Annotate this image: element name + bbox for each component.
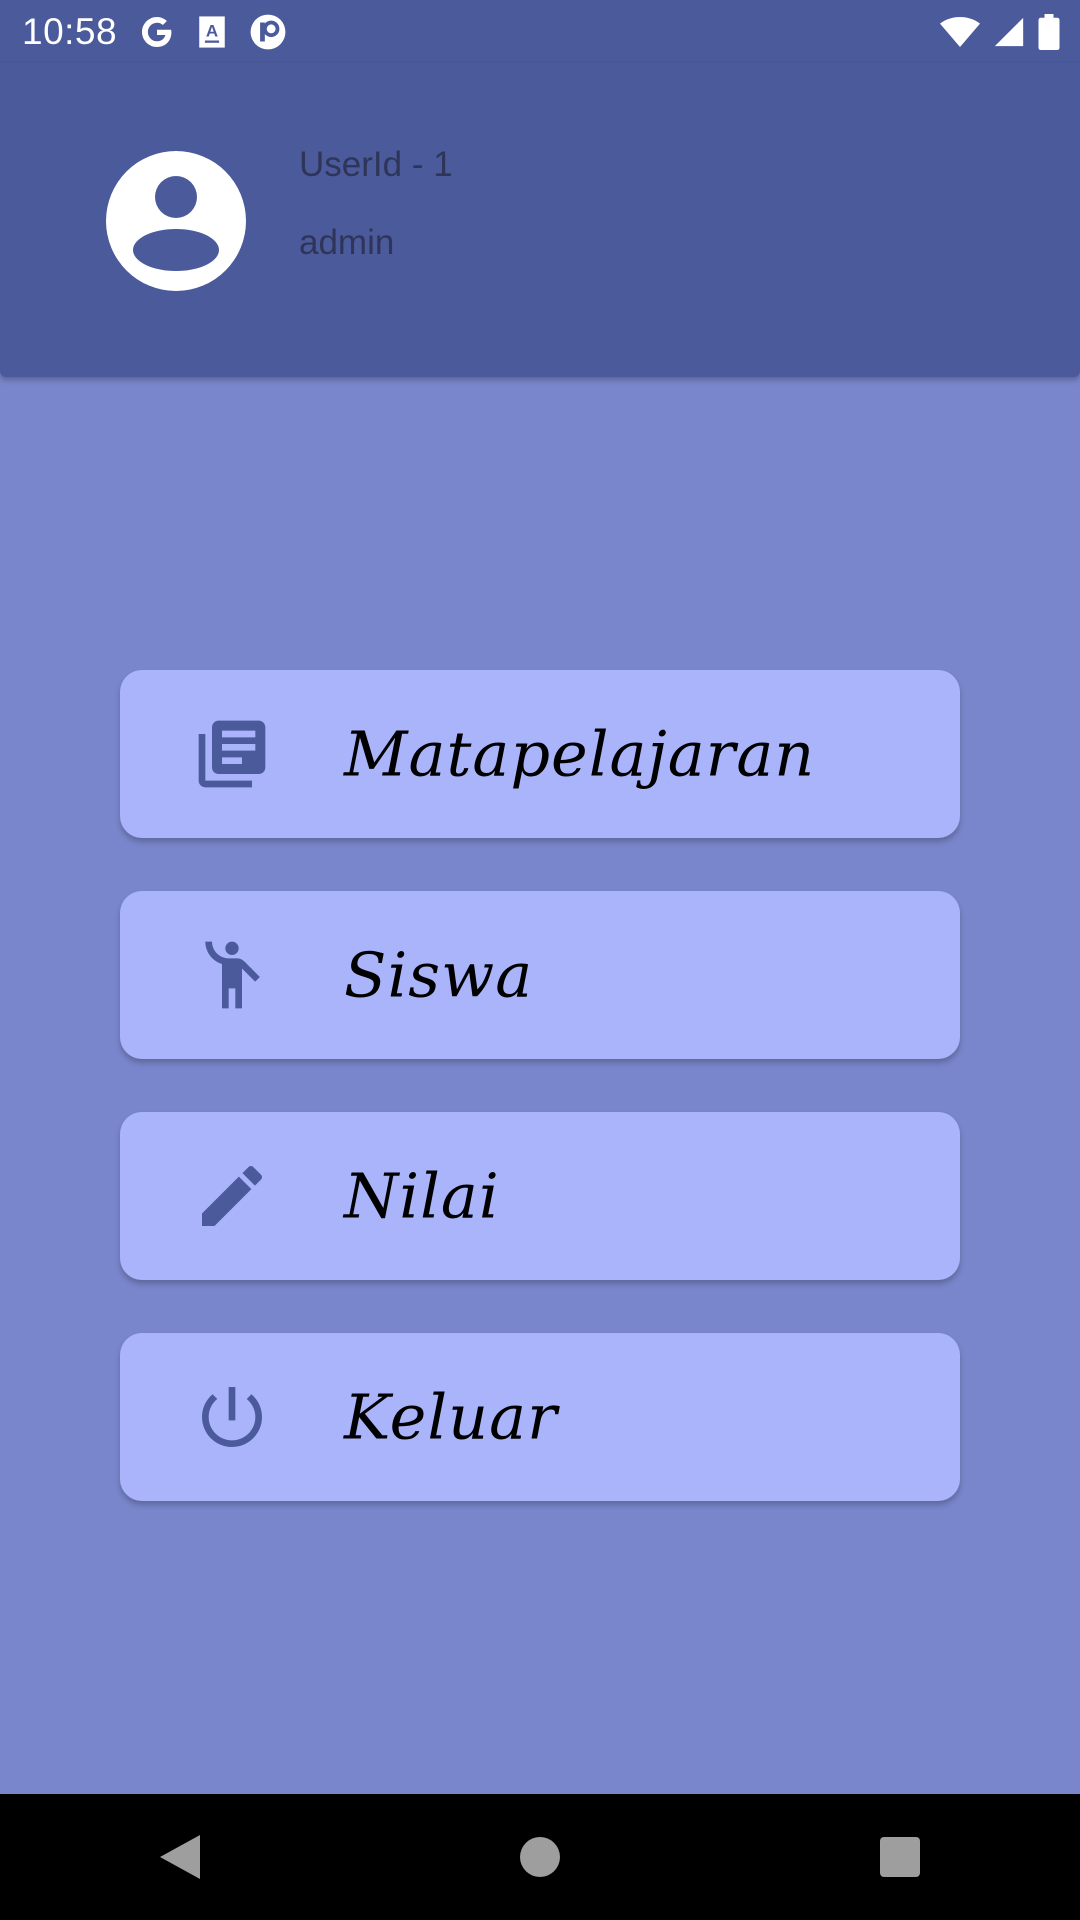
pencil-icon — [190, 1154, 274, 1238]
status-bar: 10:58 A — [0, 0, 1080, 63]
person-waving-icon — [190, 933, 274, 1017]
battery-icon — [1038, 13, 1060, 50]
profile-header: UserId - 1 admin — [0, 63, 1080, 377]
recents-icon[interactable] — [840, 1807, 960, 1907]
menu-label: Siswa — [344, 938, 534, 1012]
menu-label: Matapelajaran — [344, 717, 816, 791]
status-right — [940, 13, 1060, 50]
power-icon — [190, 1375, 274, 1459]
menu-item-nilai[interactable]: Nilai — [120, 1112, 960, 1280]
google-icon — [139, 14, 175, 50]
home-icon[interactable] — [480, 1807, 600, 1907]
username-label: admin — [299, 223, 395, 262]
menu-item-matapelajaran[interactable]: Matapelajaran — [120, 670, 960, 838]
translate-icon: A — [197, 15, 227, 49]
menu-label: Nilai — [344, 1159, 500, 1233]
wifi-icon — [940, 15, 980, 49]
signal-icon — [992, 15, 1026, 49]
navigation-bar — [0, 1794, 1080, 1920]
library-books-icon — [190, 712, 274, 796]
status-time: 10:58 — [22, 10, 118, 52]
user-id-label: UserId - 1 — [299, 145, 453, 184]
account-circle-icon — [106, 151, 246, 291]
menu-item-siswa[interactable]: Siswa — [120, 891, 960, 1059]
menu-label: Keluar — [344, 1380, 558, 1454]
status-left: 10:58 A — [22, 11, 287, 53]
svg-text:A: A — [206, 21, 218, 40]
back-icon[interactable] — [120, 1807, 240, 1907]
app-icon — [249, 13, 287, 51]
menu-item-keluar[interactable]: Keluar — [120, 1333, 960, 1501]
